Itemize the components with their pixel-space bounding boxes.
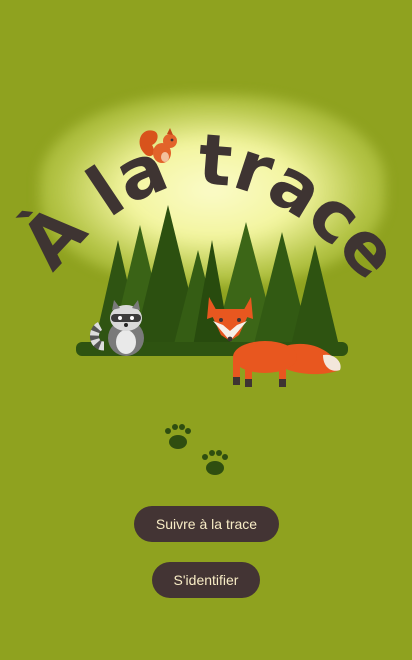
paw-prints-icon	[165, 424, 228, 475]
hero-illustration: À la trace	[5, 118, 412, 387]
follow-trail-button[interactable]: Suivre à la trace	[134, 506, 279, 542]
login-button[interactable]: S'identifier	[152, 562, 260, 598]
